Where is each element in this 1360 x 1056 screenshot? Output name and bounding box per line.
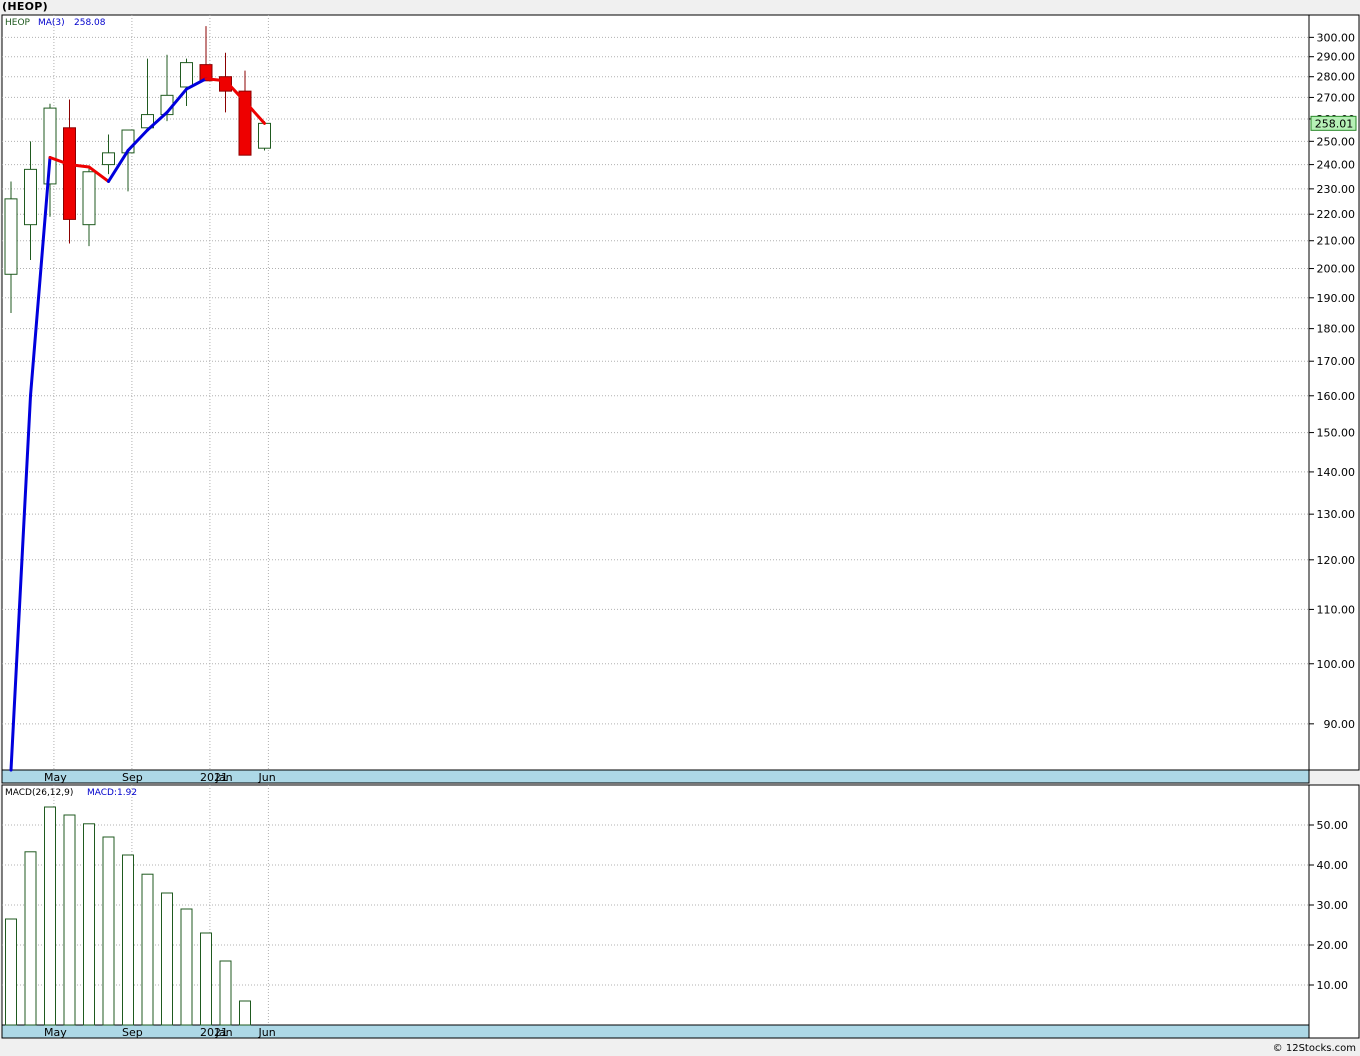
macd-bar: [141, 873, 154, 1026]
macd-bar: [63, 814, 76, 1026]
legend-ma-label: MA(3): [38, 18, 65, 28]
price-tick-label: 270.00: [1317, 91, 1356, 104]
macd-tick-label: 40.00: [1317, 859, 1349, 872]
price-tick-label: 150.00: [1317, 427, 1356, 440]
price-tick-label: 130.00: [1317, 508, 1356, 521]
macd-legend-value: MACD:1.92: [87, 788, 137, 798]
price-tick-label: 220.00: [1317, 208, 1356, 221]
macd-bar: [180, 908, 193, 1026]
price-tick-label: 190.00: [1317, 292, 1356, 305]
legend-ma-value: 258.08: [74, 18, 106, 28]
macd-x-tick-label: Jan: [215, 1026, 233, 1039]
macd-tick-label: 20.00: [1317, 939, 1349, 952]
macd-bar: [239, 1000, 251, 1026]
price-tick-label: 230.00: [1317, 183, 1356, 196]
price-x-tick-label: Jun: [258, 771, 276, 784]
price-tick-label: 170.00: [1317, 355, 1356, 368]
price-tick-label: 280.00: [1317, 71, 1356, 84]
price-panel: [1, 14, 1310, 771]
macd-tick-label: 50.00: [1317, 819, 1349, 832]
price-x-tick-label: Sep: [122, 771, 143, 784]
macd-bar: [122, 854, 134, 1026]
price-tick-label: 240.00: [1317, 159, 1356, 172]
price-tick-label: 110.00: [1317, 603, 1356, 616]
macd-bar: [5, 918, 17, 1026]
price-time-axis-bar: [1, 769, 1310, 784]
macd-bar: [219, 960, 232, 1026]
price-tick-label: 250.00: [1317, 135, 1356, 148]
price-tick-label: 180.00: [1317, 323, 1356, 336]
price-tick-label: 210.00: [1317, 235, 1356, 248]
macd-tick-label: 10.00: [1317, 979, 1349, 992]
candle-up: [258, 122, 271, 149]
macd-bar: [44, 806, 56, 1026]
macd-bar: [161, 892, 173, 1026]
ma-line-segment: [204, 77, 227, 83]
price-tick-label: 290.00: [1317, 51, 1356, 64]
macd-bar: [102, 836, 115, 1026]
macd-x-tick-label: May: [44, 1026, 67, 1039]
candle-down: [63, 127, 76, 220]
candle-up: [102, 152, 115, 166]
price-tick-label: 300.00: [1317, 31, 1356, 44]
candle-up: [180, 62, 193, 88]
legend-symbol: HEOP: [5, 18, 31, 28]
price-tick-label: 160.00: [1317, 390, 1356, 403]
macd-legend-label: MACD(26,12,9): [5, 788, 73, 798]
price-tick-label: 120.00: [1317, 554, 1356, 567]
price-tick-label: 140.00: [1317, 466, 1356, 479]
macd-bar: [200, 932, 212, 1026]
candle-up: [24, 168, 37, 226]
price-tick-label: 200.00: [1317, 263, 1356, 276]
macd-tick-label: 30.00: [1317, 899, 1349, 912]
macd-bar: [24, 851, 37, 1026]
price-x-tick-label: Jan: [215, 771, 233, 784]
last-price-tag: 258.01: [1315, 117, 1354, 130]
stock-chart: 90.00 100.00 110.00 120.00 130.00 140.00 150.0…: [1, 14, 1360, 1039]
macd-time-axis-bar: [1, 1024, 1310, 1039]
macd-x-tick-label: Sep: [122, 1026, 143, 1039]
copyright-text: © 12Stocks.com: [1272, 1043, 1356, 1054]
macd-bar: [83, 823, 95, 1026]
candle-up: [82, 171, 96, 226]
candle-up: [4, 198, 18, 275]
price-tick-label: 100.00: [1317, 658, 1356, 671]
price-tick-label: 90.00: [1324, 718, 1356, 731]
price-x-tick-label: May: [44, 771, 67, 784]
macd-x-tick-label: Jun: [258, 1026, 276, 1039]
